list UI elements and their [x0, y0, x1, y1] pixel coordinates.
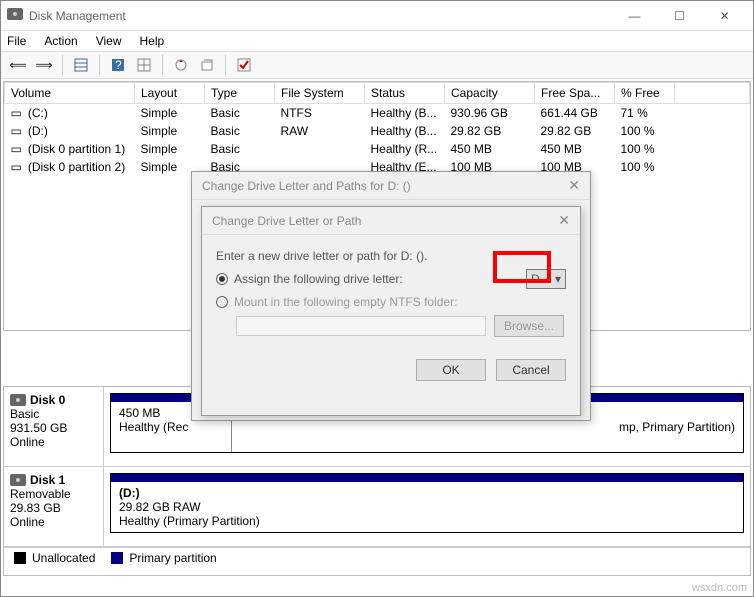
legend-primary-swatch	[111, 552, 123, 564]
col-capacity[interactable]: Capacity	[445, 83, 535, 104]
window-title: Disk Management	[29, 9, 612, 23]
close-icon[interactable]: ✕	[568, 177, 580, 194]
app-icon	[7, 8, 23, 24]
legend: Unallocated Primary partition	[4, 547, 750, 567]
close-button[interactable]: ✕	[702, 2, 747, 30]
mount-path-input	[236, 316, 486, 336]
dialog-prompt: Enter a new drive letter or path for D: …	[216, 249, 566, 263]
disk-icon	[10, 474, 26, 486]
help-icon[interactable]: ?	[107, 54, 129, 76]
forward-icon[interactable]: ⟹	[33, 54, 55, 76]
table-row[interactable]: ▭ (D:)SimpleBasicRAWHealthy (B...29.82 G…	[5, 122, 750, 140]
toolbar: ⟸ ⟹ ?	[1, 51, 753, 79]
menu-view[interactable]: View	[96, 34, 122, 48]
col-volume[interactable]: Volume	[5, 83, 135, 104]
col-pct[interactable]: % Free	[615, 83, 675, 104]
col-free[interactable]: Free Spa...	[535, 83, 615, 104]
ok-button[interactable]: OK	[416, 359, 486, 381]
col-layout[interactable]: Layout	[135, 83, 205, 104]
disk-row-1[interactable]: Disk 1 Removable 29.83 GB Online (D:) 29…	[4, 467, 750, 547]
cancel-button[interactable]: Cancel	[496, 359, 566, 381]
check-icon[interactable]	[233, 54, 255, 76]
browse-button: Browse...	[494, 315, 564, 337]
titlebar: Disk Management — ☐ ✕	[1, 1, 753, 31]
refresh-icon[interactable]	[170, 54, 192, 76]
disk-icon	[10, 394, 26, 406]
chevron-down-icon: ▾	[555, 272, 561, 286]
legend-primary-label: Primary partition	[129, 551, 216, 565]
col-status[interactable]: Status	[365, 83, 445, 104]
legend-unallocated-label: Unallocated	[32, 551, 95, 565]
svg-text:?: ?	[115, 58, 122, 72]
watermark: wsxdn.com	[692, 582, 747, 594]
col-blank	[675, 83, 750, 104]
legend-unallocated-swatch	[14, 552, 26, 564]
close-icon[interactable]: ✕	[558, 212, 570, 229]
menu-help[interactable]: Help	[140, 34, 165, 48]
dialog-title: Change Drive Letter or Path	[212, 214, 361, 228]
menu-file[interactable]: File	[7, 34, 26, 48]
radio-icon	[216, 273, 228, 285]
table-row[interactable]: ▭ (Disk 0 partition 1)SimpleBasicHealthy…	[5, 140, 750, 158]
col-fs[interactable]: File System	[275, 83, 365, 104]
grid-icon[interactable]	[133, 54, 155, 76]
radio-icon	[216, 296, 228, 308]
dialog-change-letter: Change Drive Letter or Path ✕ Enter a ne…	[201, 206, 581, 416]
minimize-button[interactable]: —	[612, 2, 657, 30]
properties-icon[interactable]	[196, 54, 218, 76]
col-type[interactable]: Type	[205, 83, 275, 104]
table-row[interactable]: ▭ (C:)SimpleBasicNTFSHealthy (B...930.96…	[5, 104, 750, 123]
maximize-button[interactable]: ☐	[657, 2, 702, 30]
content-area: Volume Layout Type File System Status Ca…	[1, 81, 753, 578]
menubar: File Action View Help	[1, 31, 753, 51]
radio-mount-folder[interactable]: Mount in the following empty NTFS folder…	[216, 295, 566, 309]
menu-action[interactable]: Action	[44, 34, 77, 48]
drive-letter-dropdown[interactable]: D ▾	[526, 269, 566, 289]
table-view-icon[interactable]	[70, 54, 92, 76]
radio-assign-letter[interactable]: Assign the following drive letter: D ▾	[216, 269, 566, 289]
dialog-title: Change Drive Letter and Paths for D: ()	[202, 179, 411, 193]
back-icon[interactable]: ⟸	[7, 54, 29, 76]
